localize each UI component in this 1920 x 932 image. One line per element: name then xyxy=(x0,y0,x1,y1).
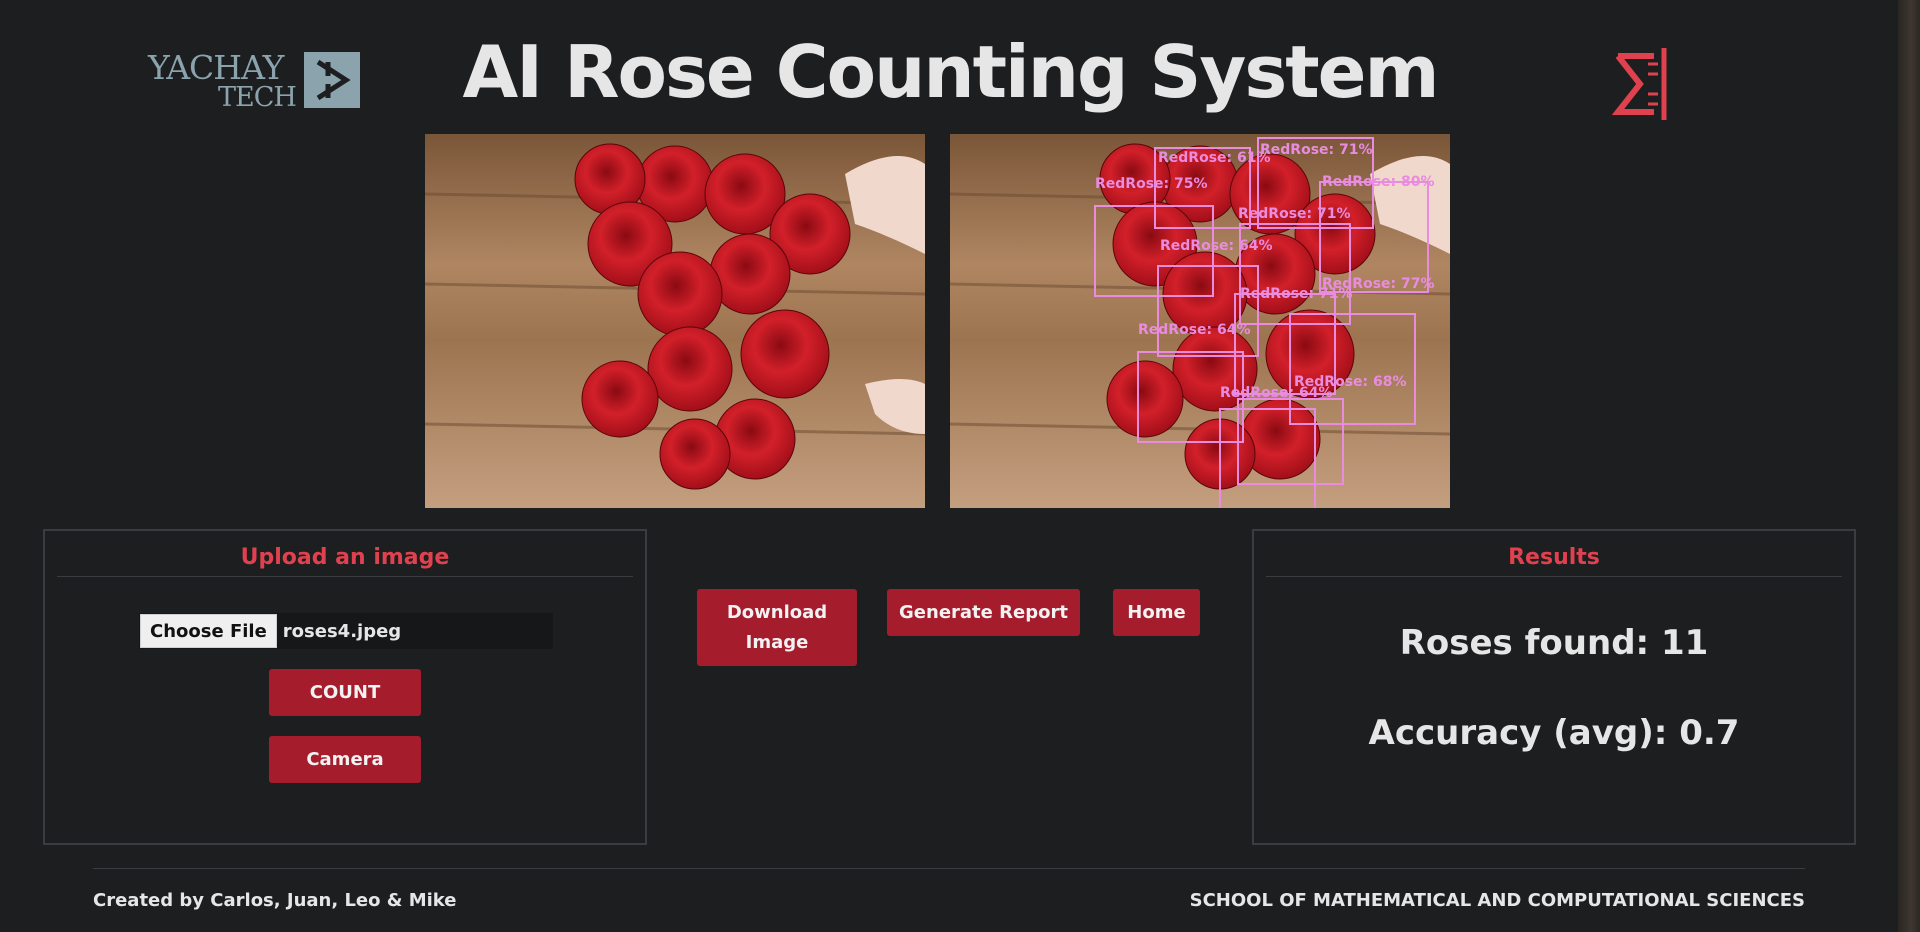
detection-label: RedRose: 71% xyxy=(1260,142,1373,158)
home-button[interactable]: Home xyxy=(1113,589,1200,636)
results-panel: Results Roses found: 11 Accuracy (avg): … xyxy=(1252,529,1856,845)
footer-school: SCHOOL OF MATHEMATICAL AND COMPUTATIONAL… xyxy=(1189,890,1805,911)
count-button[interactable]: COUNT xyxy=(269,669,421,716)
accuracy-text: Accuracy (avg): 0.7 xyxy=(1368,713,1740,753)
results-heading: Results xyxy=(1266,545,1842,577)
camera-button[interactable]: Camera xyxy=(269,736,421,783)
upload-heading: Upload an image xyxy=(57,545,633,577)
file-name: roses4.jpeg xyxy=(282,620,402,642)
roses-found-text: Roses found: 11 xyxy=(1399,623,1709,663)
detected-image: RedRose: 61% RedRose: 71% RedRose: 75% R… xyxy=(950,134,1450,508)
footer-credits: Created by Carlos, Juan, Leo & Mike xyxy=(93,890,457,911)
rose-bouquet-detections-photo: RedRose: 61% RedRose: 71% RedRose: 75% R… xyxy=(950,134,1450,508)
scrollbar[interactable] xyxy=(1898,0,1920,932)
choose-file-button[interactable]: Choose File xyxy=(140,614,277,648)
detection-label: RedRose: 64% xyxy=(1160,238,1273,254)
detection-label: RedRose: 61% xyxy=(1158,150,1271,166)
detection-label: RedRose: 71% xyxy=(1238,206,1351,222)
rose-bouquet-photo xyxy=(425,134,925,508)
detection-label: RedRose: 75% xyxy=(1095,176,1208,192)
school-logo-icon xyxy=(1611,44,1672,124)
original-image xyxy=(425,134,925,508)
file-input[interactable]: Choose File roses4.jpeg xyxy=(139,613,553,649)
detection-label: RedRose: 80% xyxy=(1322,174,1435,190)
upload-panel: Upload an image Choose File roses4.jpeg … xyxy=(43,529,647,845)
detection-label: RedRose: 77% xyxy=(1322,276,1435,292)
detection-label: RedRose: 64% xyxy=(1220,385,1333,401)
download-image-button[interactable]: Download Image xyxy=(697,589,857,666)
footer-divider xyxy=(93,868,1805,869)
detection-label: RedRose: 64% xyxy=(1138,322,1251,338)
generate-report-button[interactable]: Generate Report xyxy=(887,589,1080,636)
